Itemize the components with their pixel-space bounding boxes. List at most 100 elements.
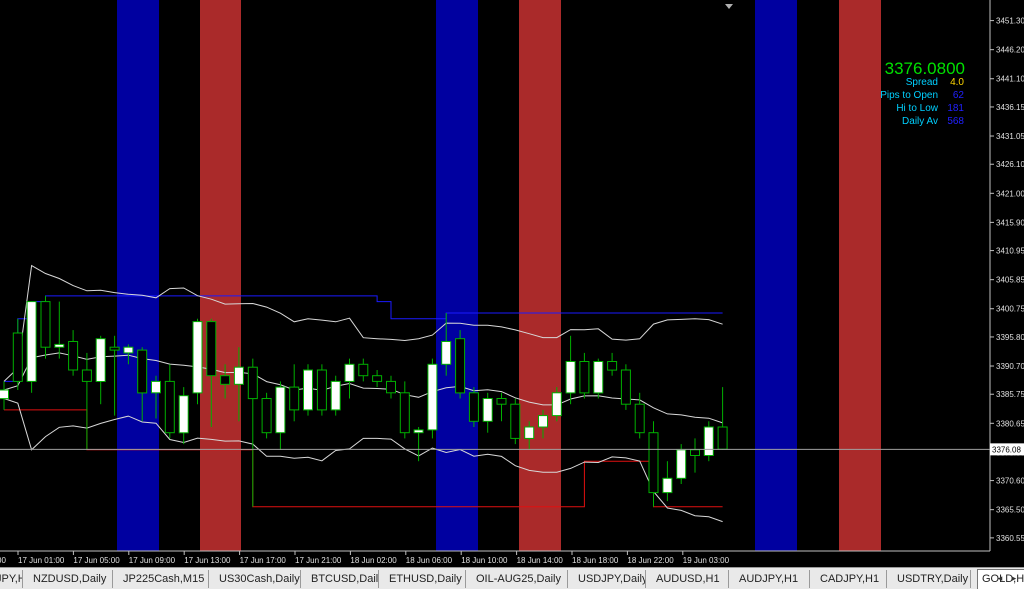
- chart-tab[interactable]: USDJPY,Daily: [574, 570, 646, 588]
- candle-body: [717, 426, 728, 450]
- candle-body: [358, 363, 369, 377]
- x-tick-label: 17 Jun 17:00: [240, 556, 287, 565]
- candle-body: [0, 389, 9, 400]
- candle-body: [413, 429, 424, 434]
- current-price-label: 3376.08: [992, 445, 1021, 454]
- candle-body: [524, 426, 535, 439]
- y-tick-label: 3451.30: [996, 17, 1024, 26]
- y-tick-label: 3405.85: [996, 276, 1024, 285]
- chart-tab[interactable]: AUDJPY,H1: [735, 570, 810, 588]
- candle-body: [151, 380, 161, 394]
- y-tick-label: 3446.20: [996, 46, 1024, 55]
- x-tick-label: 17 Jun 01:00: [18, 556, 65, 565]
- candle-body: [690, 449, 700, 456]
- candle-body: [565, 361, 576, 394]
- candle-body: [441, 341, 452, 365]
- chart-tab[interactable]: US30Cash,Daily: [215, 570, 301, 588]
- x-tick-label: 17 Jun 05:00: [73, 556, 120, 565]
- y-tick-label: 3385.75: [996, 390, 1024, 399]
- chart-tab[interactable]: JP225Cash,M15: [119, 570, 209, 588]
- candle-body: [538, 415, 548, 428]
- chart-tab[interactable]: NZDUSD,Daily: [29, 570, 113, 588]
- session-zone: [839, 0, 881, 551]
- candle-body: [510, 403, 521, 439]
- price-chart[interactable]: 3451.30 3446.20 3441.10 3436.15 3431.05 3426.…: [0, 0, 1024, 567]
- session-zone: [519, 0, 561, 551]
- y-tick-label: 3410.95: [996, 247, 1024, 256]
- candle-body: [109, 346, 120, 351]
- candle-body: [81, 369, 92, 382]
- info-panel-label: Daily Av: [902, 116, 938, 127]
- y-tick-label: 3426.10: [996, 160, 1024, 169]
- candle-body: [386, 380, 396, 394]
- info-panel-label: Spread: [906, 77, 938, 88]
- candle-body: [220, 375, 231, 385]
- x-tick-label-partial: 00: [0, 556, 6, 565]
- info-panel-value: 62: [953, 90, 965, 101]
- candle-body: [703, 426, 714, 456]
- tab-scroll-left-button[interactable]: ◂: [996, 572, 1004, 584]
- candle-body: [372, 375, 383, 382]
- x-tick-label: 17 Jun 13:00: [184, 556, 231, 565]
- candle-body: [289, 386, 300, 411]
- candle-body: [330, 380, 341, 411]
- candle-body: [468, 392, 479, 422]
- chart-tab[interactable]: BTCUSD,Daily: [307, 570, 379, 588]
- y-tick-label: 3400.75: [996, 305, 1024, 314]
- x-tick-label: 18 Jun 06:00: [406, 556, 453, 565]
- candle-body: [303, 369, 313, 411]
- session-zone: [200, 0, 241, 551]
- candle-body: [662, 477, 673, 494]
- candle-body: [178, 395, 189, 434]
- chart-tab[interactable]: USDTRY,Daily: [893, 570, 971, 588]
- candle-body: [551, 392, 562, 417]
- chart-tab[interactable]: ETHUSD,Daily: [385, 570, 466, 588]
- candle-body: [247, 366, 258, 400]
- info-panel-value: 181: [947, 103, 964, 114]
- candle-body: [344, 363, 355, 382]
- candle-body: [40, 301, 51, 348]
- x-tick-label: 18 Jun 10:00: [461, 556, 508, 565]
- chart-tab[interactable]: AUDUSD,H1: [652, 570, 729, 588]
- y-tick-label: 3415.90: [996, 218, 1024, 227]
- candle-body: [634, 403, 645, 434]
- x-tick-label: 17 Jun 21:00: [295, 556, 342, 565]
- candle-body: [427, 363, 438, 431]
- info-panel-value: 568: [947, 116, 964, 127]
- candle-body: [496, 398, 507, 405]
- candle-body: [164, 380, 175, 434]
- y-tick-label: 3431.05: [996, 132, 1024, 141]
- candle-body: [579, 361, 590, 394]
- candle-body: [233, 366, 244, 385]
- candle-body: [54, 343, 65, 348]
- candle-body: [482, 398, 493, 422]
- chart-tab[interactable]: CADJPY,H1: [816, 570, 887, 588]
- candle-body: [123, 346, 134, 354]
- candle-body: [593, 361, 604, 394]
- session-zone: [117, 0, 159, 551]
- candle-body: [12, 332, 23, 382]
- x-tick-label: 18 Jun 22:00: [627, 556, 674, 565]
- candle-body: [620, 369, 631, 405]
- tab-scroll-right-button[interactable]: ▸: [1010, 572, 1018, 584]
- candle-body: [316, 369, 327, 411]
- x-tick-label: 18 Jun 14:00: [517, 556, 564, 565]
- candle-body: [192, 321, 203, 394]
- x-tick-label: 17 Jun 09:00: [129, 556, 176, 565]
- info-panel-label: Hi to Low: [896, 103, 938, 114]
- candle-body: [676, 449, 687, 479]
- chart-tab[interactable]: JPY,H1: [0, 570, 23, 588]
- chart-tab[interactable]: OIL-AUG25,Daily: [472, 570, 568, 588]
- x-tick-label: 18 Jun 18:00: [572, 556, 619, 565]
- y-tick-label: 3365.50: [996, 506, 1024, 515]
- y-tick-label: 3360.55: [996, 534, 1024, 543]
- candle-body: [95, 338, 106, 383]
- info-panel-value: 4.0: [950, 77, 964, 88]
- candle-body: [137, 349, 148, 394]
- candle-body: [275, 386, 286, 434]
- info-panel-price: 3376.0800: [885, 59, 965, 78]
- candle-body: [399, 392, 410, 434]
- y-tick-label: 3421.00: [996, 189, 1024, 198]
- session-zone: [436, 0, 478, 551]
- candle-body: [26, 301, 37, 382]
